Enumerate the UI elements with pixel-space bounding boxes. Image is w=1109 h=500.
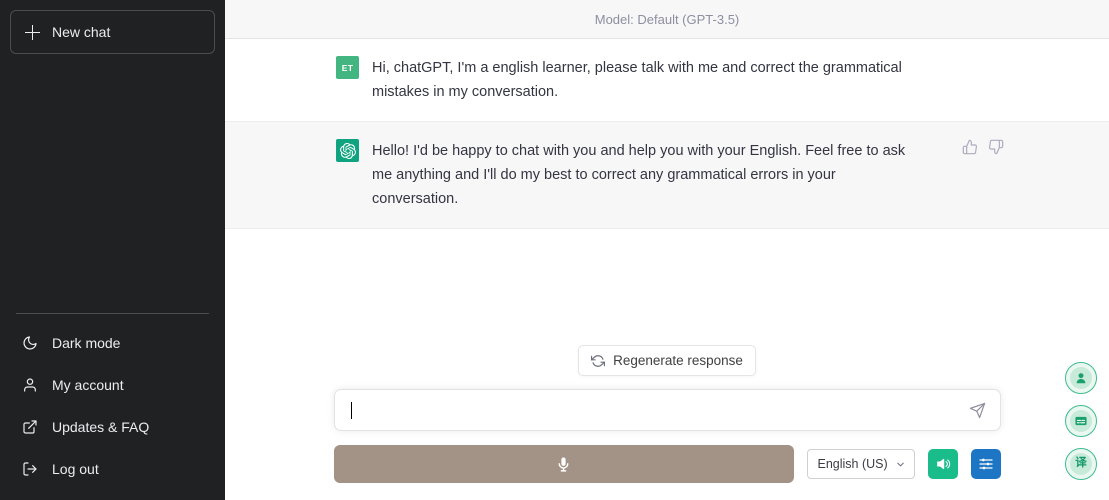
floating-button-subtitle-tool[interactable]	[1065, 405, 1097, 437]
sidebar-item-label: Updates & FAQ	[52, 419, 150, 435]
sidebar: New chat Dark mode My account Updates & …	[0, 0, 225, 500]
avatar-initials: ET	[341, 62, 354, 73]
composer-area: Regenerate response English (US)	[225, 345, 1109, 500]
regenerate-label: Regenerate response	[613, 353, 743, 368]
main-panel: Model: Default (GPT-3.5) ET Hi, chatGPT,…	[225, 0, 1109, 500]
sliders-icon	[978, 456, 994, 472]
regenerate-response-button[interactable]: Regenerate response	[578, 345, 756, 376]
chat-input-wrapper[interactable]	[333, 389, 1001, 431]
subtitle-icon	[1070, 410, 1092, 432]
chevron-down-icon	[895, 459, 906, 470]
sidebar-item-label: Log out	[52, 461, 99, 477]
floating-toolbar: 译	[1065, 362, 1097, 480]
microphone-icon	[555, 456, 572, 473]
text-caret	[350, 401, 352, 419]
message-text: Hello! I'd be happy to chat with you and…	[372, 143, 906, 207]
model-bar: Model: Default (GPT-3.5)	[225, 0, 1109, 39]
sidebar-item-log-out[interactable]: Log out	[8, 448, 217, 490]
settings-button[interactable]	[970, 449, 1001, 479]
sidebar-item-updates-faq[interactable]: Updates & FAQ	[8, 406, 217, 448]
openai-logo-icon	[336, 139, 359, 162]
speaker-icon	[935, 456, 951, 472]
sidebar-item-my-account[interactable]: My account	[8, 364, 217, 406]
floating-button-translate-tool[interactable]: 译	[1065, 448, 1097, 480]
message-user: ET Hi, chatGPT, I'm a english learner, p…	[225, 39, 1109, 121]
floating-button-avatar-assistant[interactable]	[1065, 362, 1097, 394]
message-assistant: Hello! I'd be happy to chat with you and…	[225, 121, 1109, 229]
sidebar-item-label: Dark mode	[52, 335, 121, 351]
message-actions	[962, 139, 1004, 155]
moon-icon	[22, 335, 38, 351]
new-chat-button[interactable]: New chat	[10, 10, 215, 54]
sidebar-item-dark-mode[interactable]: Dark mode	[8, 322, 217, 364]
chatgpt-app: New chat Dark mode My account Updates & …	[0, 0, 1109, 500]
send-icon[interactable]	[969, 402, 986, 419]
person-avatar-icon	[1070, 367, 1092, 389]
refresh-icon	[591, 354, 606, 368]
sidebar-item-label: My account	[52, 377, 124, 393]
microphone-button[interactable]	[333, 445, 794, 483]
external-link-icon	[22, 419, 38, 435]
translate-glyph: 译	[1075, 457, 1087, 470]
avatar: ET	[336, 56, 359, 79]
language-select[interactable]: English (US)	[806, 449, 915, 479]
thumbs-down-icon[interactable]	[988, 139, 1004, 155]
voice-controls: English (US)	[333, 445, 1001, 483]
model-label: Model: Default (GPT-3.5)	[594, 11, 740, 27]
user-icon	[22, 377, 38, 393]
language-value: English (US)	[817, 457, 888, 471]
sidebar-divider	[16, 313, 209, 314]
message-text: Hi, chatGPT, I'm a english learner, plea…	[372, 60, 902, 100]
logout-icon	[22, 461, 38, 477]
plus-icon	[25, 24, 40, 40]
translate-icon: 译	[1070, 453, 1092, 475]
speaker-button[interactable]	[927, 449, 958, 479]
new-chat-label: New chat	[52, 24, 111, 40]
message-thread: ET Hi, chatGPT, I'm a english learner, p…	[225, 39, 1109, 229]
thumbs-up-icon[interactable]	[962, 139, 978, 155]
